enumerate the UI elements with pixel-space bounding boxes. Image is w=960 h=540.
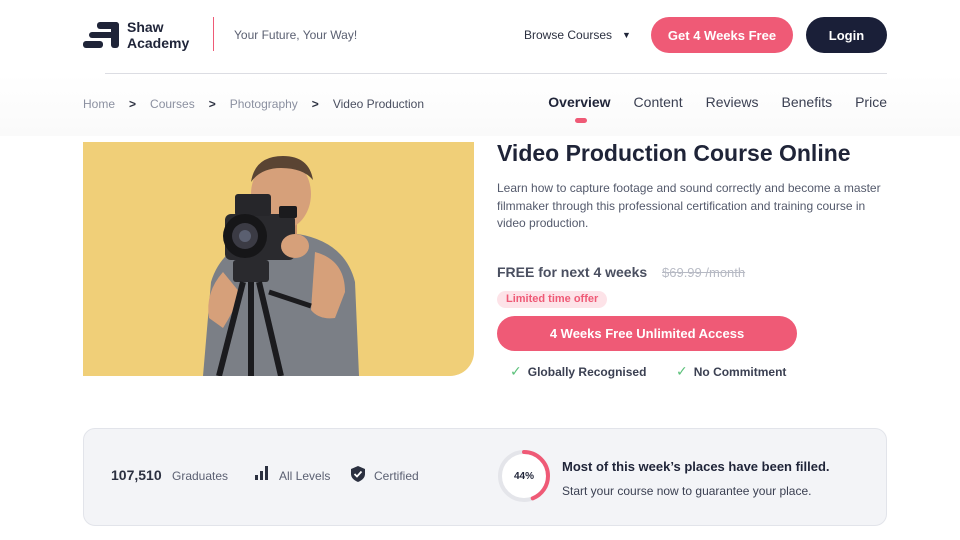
logo-divider bbox=[213, 17, 214, 51]
course-description: Learn how to capture footage and sound c… bbox=[497, 181, 881, 230]
places-filled-title: Most of this week’s places have been fil… bbox=[562, 459, 830, 474]
course-title: Video Production Course Online bbox=[497, 140, 851, 166]
progress-percent: 44% bbox=[513, 470, 534, 482]
caret-down-icon: ▼ bbox=[622, 30, 631, 40]
breadcrumb-home[interactable]: Home bbox=[83, 97, 115, 111]
brand-name-line1: Shaw bbox=[127, 19, 164, 35]
levels-label: All Levels bbox=[279, 469, 331, 483]
limited-offer-badge: Limited time offer bbox=[497, 291, 608, 308]
feature-no-commitment: ✓ No Commitment bbox=[676, 363, 786, 380]
shaw-academy-logo[interactable]: Shaw Academy bbox=[83, 17, 203, 53]
levels-bar-icon bbox=[254, 465, 270, 486]
logo-icon bbox=[83, 20, 121, 50]
tab-overview[interactable]: Overview bbox=[548, 94, 611, 123]
feature-globally-recognised: ✓ Globally Recognised bbox=[510, 363, 646, 380]
section-tabs: Overview Content Reviews Benefits Price bbox=[548, 94, 887, 123]
browse-courses-label: Browse Courses bbox=[524, 28, 613, 42]
browse-courses-dropdown[interactable]: Browse Courses ▼ bbox=[524, 28, 631, 42]
breadcrumb-photography[interactable]: Photography bbox=[230, 97, 298, 111]
check-icon: ✓ bbox=[676, 363, 688, 379]
old-price: $69.99 /month bbox=[662, 265, 746, 280]
sub-navigation: Home > Courses > Photography > Video Pro… bbox=[0, 74, 960, 136]
breadcrumb-current: Video Production bbox=[332, 97, 424, 111]
chevron-right-icon: > bbox=[129, 97, 137, 111]
graduates-count: 107,510 bbox=[111, 467, 162, 483]
breadcrumb-courses[interactable]: Courses bbox=[150, 97, 195, 111]
places-filled-subtitle: Start your course now to guarantee your … bbox=[562, 484, 812, 498]
tab-price[interactable]: Price bbox=[855, 94, 887, 110]
unlimited-access-button[interactable]: 4 Weeks Free Unlimited Access bbox=[497, 316, 797, 351]
course-stats-panel: 107,510 Graduates All Levels Certified 4… bbox=[83, 428, 887, 526]
certified-label: Certified bbox=[374, 469, 419, 483]
videographer-illustration bbox=[203, 156, 359, 376]
tab-benefits[interactable]: Benefits bbox=[782, 94, 833, 110]
get-free-weeks-button[interactable]: Get 4 Weeks Free bbox=[651, 17, 793, 53]
tagline: Your Future, Your Way! bbox=[234, 28, 358, 42]
feature-label: No Commitment bbox=[693, 364, 787, 379]
graduates-label: Graduates bbox=[172, 469, 229, 483]
chevron-right-icon: > bbox=[311, 97, 319, 111]
shield-check-icon bbox=[350, 465, 366, 488]
feature-label: Globally Recognised bbox=[527, 364, 647, 379]
check-icon: ✓ bbox=[510, 363, 522, 379]
login-button[interactable]: Login bbox=[806, 17, 887, 53]
course-hero-image bbox=[83, 142, 474, 376]
price-label: FREE for next 4 weeks bbox=[497, 264, 648, 280]
site-header: Shaw Academy Your Future, Your Way! Brow… bbox=[0, 0, 960, 72]
chevron-right-icon: > bbox=[208, 97, 216, 111]
tab-content[interactable]: Content bbox=[634, 94, 683, 110]
tab-reviews[interactable]: Reviews bbox=[706, 94, 759, 110]
brand-name-line2: Academy bbox=[127, 35, 190, 51]
breadcrumb: Home > Courses > Photography > Video Pro… bbox=[83, 97, 424, 111]
